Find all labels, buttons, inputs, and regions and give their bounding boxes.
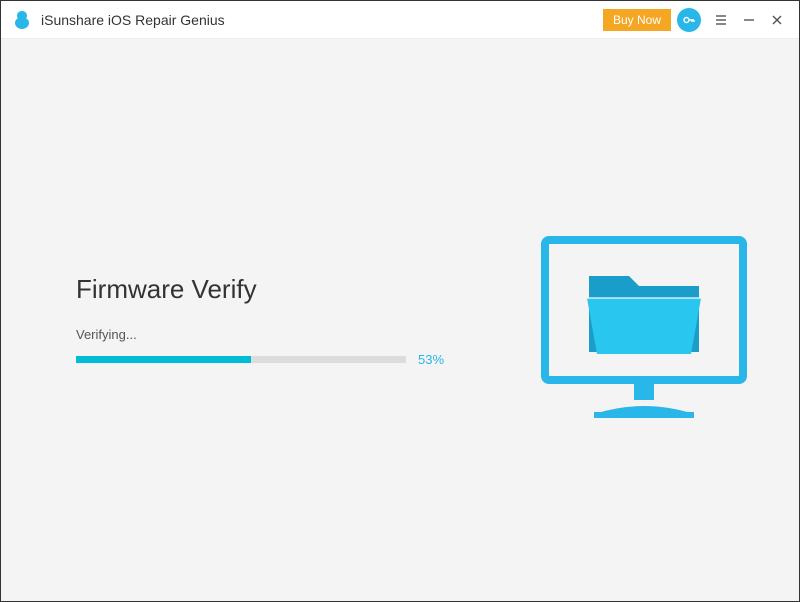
help-button[interactable] (677, 8, 701, 32)
status-text: Verifying... (76, 327, 496, 342)
minimize-icon (743, 14, 755, 26)
app-title: iSunshare iOS Repair Genius (41, 12, 225, 28)
content-area: Firmware Verify Verifying... 53% (1, 39, 799, 601)
minimize-button[interactable] (735, 6, 763, 34)
close-icon (771, 14, 783, 26)
buy-now-button[interactable]: Buy Now (603, 9, 671, 31)
key-icon (682, 13, 696, 27)
menu-button[interactable] (707, 6, 735, 34)
titlebar: iSunshare iOS Repair Genius Buy Now (1, 1, 799, 39)
close-button[interactable] (763, 6, 791, 34)
progress-percent-label: 53% (418, 352, 444, 367)
progress-fill (76, 356, 251, 363)
progress-block: Firmware Verify Verifying... 53% (76, 274, 496, 367)
app-window: iSunshare iOS Repair Genius Buy Now (0, 0, 800, 602)
page-title: Firmware Verify (76, 274, 496, 305)
progress-bar (76, 356, 406, 363)
progress-row: 53% (76, 352, 496, 367)
app-logo-icon (11, 9, 33, 31)
monitor-illustration (539, 234, 749, 424)
monitor-folder-icon (539, 234, 749, 424)
hamburger-icon (715, 14, 727, 26)
